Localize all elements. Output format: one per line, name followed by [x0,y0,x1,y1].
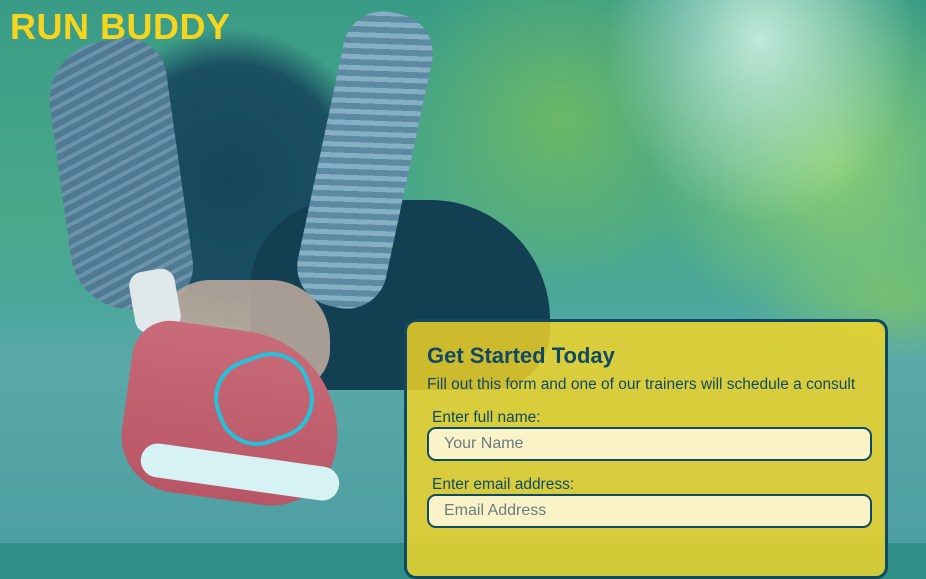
site-logo[interactable]: RUN BUDDY [10,6,231,48]
email-input[interactable] [427,494,872,528]
signup-form: Get Started Today Fill out this form and… [404,319,888,579]
form-subtitle: Fill out this form and one of our traine… [427,376,856,393]
form-title: Get Started Today [427,343,615,368]
email-label: Enter email address: [432,476,575,493]
full-name-input[interactable] [427,427,872,461]
full-name-label: Enter full name: [432,409,541,426]
